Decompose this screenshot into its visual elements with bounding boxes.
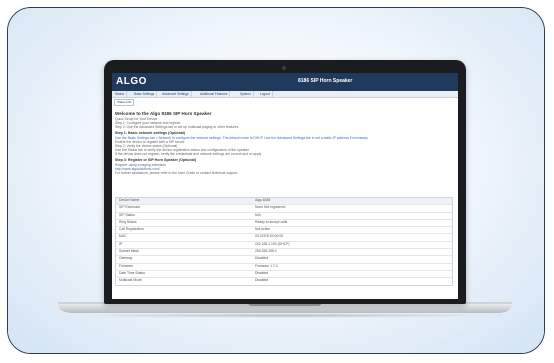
tab-advanced-settings[interactable]: Advanced Settings (160, 91, 192, 97)
step3-line: For further assistance, please refer to … (115, 171, 238, 176)
table-cell-value: 192.168.1.100 (DHCP) (255, 241, 290, 246)
status-table: Device Name Algo 8186 SIP Extension None… (115, 197, 453, 286)
table-cell-value: Disabled (255, 270, 269, 275)
table-cell-value: N/A (255, 212, 261, 217)
table-row: Subnet Mask 255.255.255.0 (116, 249, 452, 257)
laptop-lid: ALGO 8186 SIP Horn Speaker Status Basic … (104, 60, 466, 304)
tab-basic-settings[interactable]: Basic Settings (132, 91, 158, 97)
tab-logout[interactable]: Logout (258, 91, 273, 97)
table-row: Gateway Disabled (116, 256, 452, 264)
table-cell-value: None Not registered (255, 205, 286, 210)
table-header-row: Device Name Algo 8186 (116, 198, 452, 206)
laptop-shadow (68, 313, 502, 318)
tab-system[interactable]: System (238, 91, 254, 97)
table-cell-value: 255.255.255.0 (255, 249, 277, 254)
subtab-status-info[interactable]: Status Info (114, 99, 135, 106)
algo-logo: ALGO (116, 76, 147, 87)
table-cell-label: Device Name (119, 198, 140, 202)
table-cell-value: Disabled (255, 278, 269, 283)
welcome-heading: Welcome to the Algo 8186 SIP Horn Speake… (115, 111, 212, 116)
table-cell-value: 00:22:EE:03:00:00 (255, 234, 284, 239)
table-cell-label: Gateway (119, 256, 133, 261)
table-cell-value: Algo 8186 (255, 198, 271, 202)
frame-card: ALGO 8186 SIP Horn Speaker Status Basic … (7, 7, 545, 354)
table-cell-label: IP (119, 241, 123, 246)
table-cell-label: MAC (119, 234, 127, 239)
table-cell-value: Ready to accept calls (255, 219, 288, 224)
intro-line: Step 2: Use the Advanced Settings tab to… (115, 125, 239, 130)
nav-bar: Status Basic Settings Advanced Settings … (112, 91, 458, 98)
table-row: SIP Status N/A (116, 213, 452, 220)
table-cell-label: Subnet Mask (119, 249, 139, 254)
table-row: MAC 00:22:EE:03:00:00 (116, 234, 452, 242)
table-row: Ring Status Ready to accept calls (116, 219, 452, 228)
table-row: Firmware Firmware 1.7.0 (116, 264, 452, 271)
table-row: Call Registration Not active (116, 227, 452, 235)
page-title: 8186 SIP Horn Speaker (298, 78, 353, 84)
welcome-content: Welcome to the Algo 8186 SIP Horn Speake… (115, 110, 455, 175)
table-row: SIP Extension None Not registered (116, 205, 452, 213)
table-cell-label: Firmware (119, 263, 134, 268)
table-cell-label: Call Registration (119, 227, 144, 232)
laptop-screen: ALGO 8186 SIP Horn Speaker Status Basic … (112, 73, 458, 299)
page-header: ALGO 8186 SIP Horn Speaker (112, 73, 458, 91)
table-cell-label: Multicast Mode (119, 278, 142, 283)
table-row: IP 192.168.1.100 (DHCP) (116, 241, 452, 250)
step2-line: If the device does not register, verify … (115, 152, 262, 157)
table-cell-value: Firmware 1.7.0 (255, 263, 278, 268)
table-cell-label: Date Time Status (119, 270, 146, 275)
table-cell-label: SIP Extension (119, 205, 141, 210)
table-cell-label: Ring Status (119, 219, 137, 224)
table-cell-value: Disabled (255, 256, 269, 261)
table-cell-label: SIP Status (119, 212, 135, 217)
table-row: Date Time Status Disabled (116, 270, 452, 279)
table-row: Multicast Mode Disabled (116, 278, 452, 284)
camera-icon (282, 66, 286, 70)
tab-status[interactable]: Status (113, 91, 128, 97)
table-cell-value: Not active (255, 227, 271, 232)
tab-additional-features[interactable]: Additional Features (198, 91, 231, 97)
